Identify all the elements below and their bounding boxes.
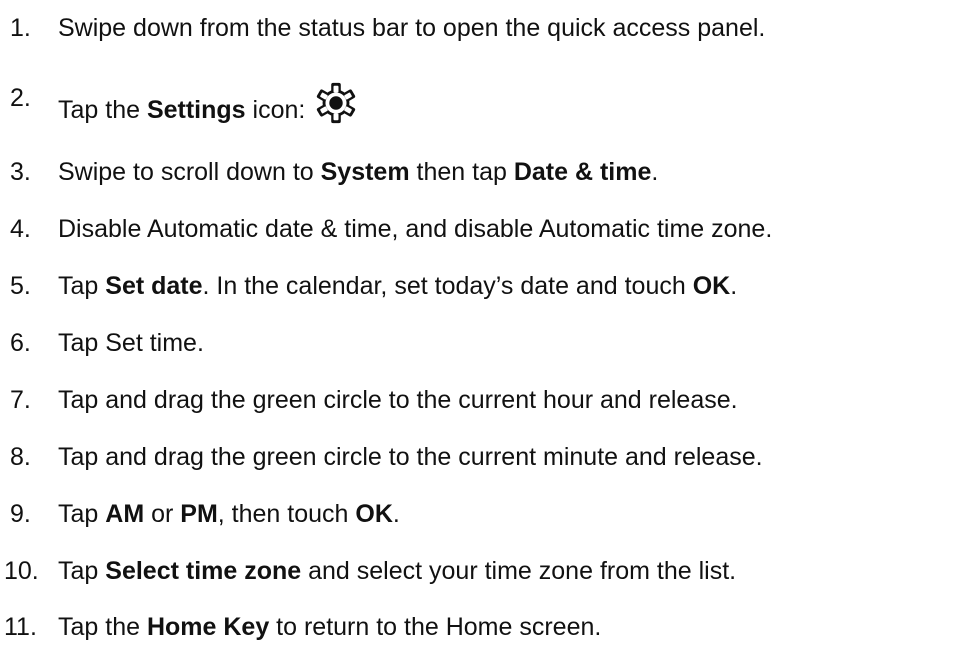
step-text: Tap Select time zone and select your tim…	[58, 557, 737, 585]
step-number: 5.	[10, 272, 31, 300]
step-number: 2.	[10, 84, 31, 112]
step-number: 8.	[10, 443, 31, 471]
step-text: Disable Automatic date & time, and disab…	[58, 215, 773, 243]
step-text: Tap Set date. In the calendar, set today…	[58, 272, 738, 300]
step-text: Tap and drag the green circle to the cur…	[58, 443, 763, 471]
step-number: 9.	[10, 500, 31, 528]
step-text: Tap Set time.	[58, 329, 204, 357]
step-number: 3.	[10, 158, 31, 186]
step-text: Tap AM or PM, then touch OK.	[58, 500, 400, 528]
step-number: 11.	[4, 613, 37, 641]
step-number: 10.	[4, 557, 39, 585]
step-number: 4.	[10, 215, 31, 243]
step-text: Swipe to scroll down to System then tap …	[58, 158, 659, 186]
instruction-list: 1. Swipe down from the status bar to ope…	[0, 0, 972, 650]
step-number: 1.	[10, 14, 31, 42]
settings-gear-icon	[313, 80, 359, 126]
step-text: Tap and drag the green circle to the cur…	[58, 386, 738, 414]
step-text: Swipe down from the status bar to open t…	[58, 14, 766, 42]
step-number: 6.	[10, 329, 31, 357]
step-text: Tap the Settings icon:	[58, 80, 359, 128]
step-number: 7.	[10, 386, 31, 414]
step-text: Tap the Home Key to return to the Home s…	[58, 613, 602, 641]
